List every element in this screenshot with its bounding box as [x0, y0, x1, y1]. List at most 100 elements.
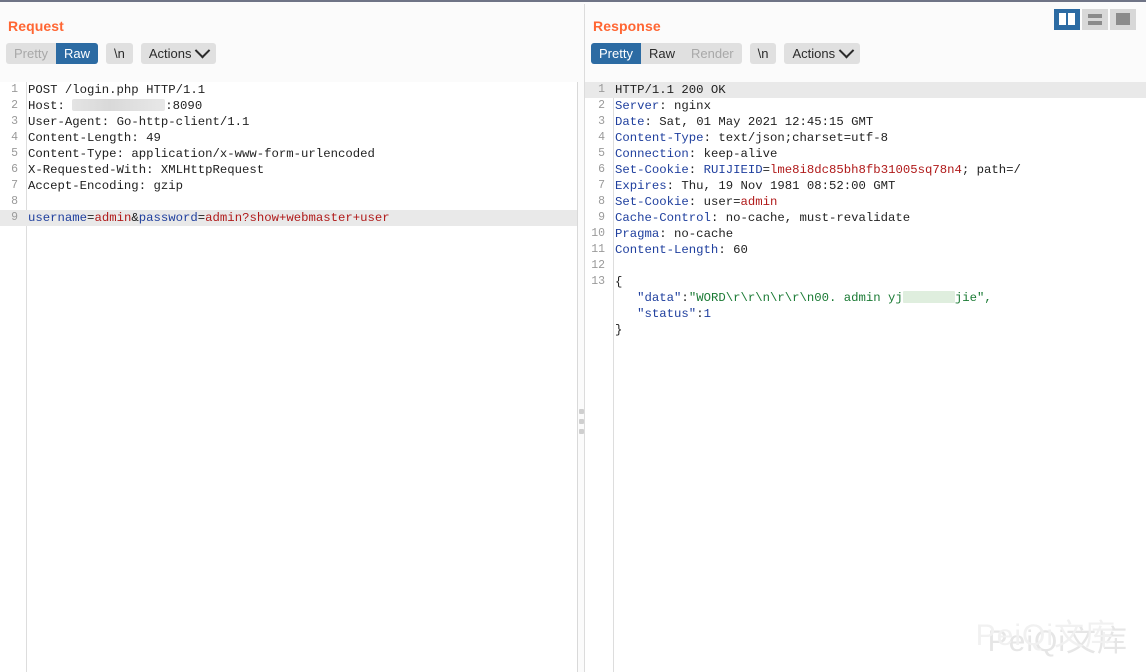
data-redaction-block: [903, 291, 955, 303]
json-key: "status": [637, 307, 696, 321]
line-number: 9: [585, 210, 609, 226]
http-message-viewer: Request Pretty Raw \n Actions 1 POST /lo…: [0, 0, 1146, 672]
response-actions-button[interactable]: Actions: [784, 43, 860, 64]
line-number: 8: [0, 194, 22, 210]
line-number: 7: [585, 178, 609, 194]
code-line: 9 Cache-Control: no-cache, must-revalida…: [585, 210, 1146, 226]
code-line: 6 Set-Cookie: RUIJIEID=lme8i8dc85bh8fb31…: [585, 162, 1146, 178]
request-code: 1 POST /login.php HTTP/1.1 2 Host: :8090…: [0, 82, 577, 226]
line-number: 4: [0, 130, 22, 146]
response-header-date: Date: Sat, 01 May 2021 12:45:15 GMT: [609, 114, 873, 130]
header-key: Set-Cookie: [615, 163, 689, 177]
response-header-pragma: Pragma: no-cache: [609, 226, 733, 242]
response-body-open-brace: {: [609, 274, 622, 290]
response-header-set-cookie-ruijieid: Set-Cookie: RUIJIEID=lme8i8dc85bh8fb3100…: [609, 162, 1021, 178]
header-key: Date: [615, 115, 645, 129]
header-sep: :: [711, 211, 726, 225]
cookie-attrs: ; path=/: [962, 163, 1021, 177]
line-number: 2: [0, 98, 22, 114]
line-number: 3: [585, 114, 609, 130]
header-sep: :: [689, 195, 704, 209]
header-value: gzip: [153, 179, 183, 193]
side-by-side-icon: [1059, 13, 1075, 25]
header-value: no-cache, must-revalidate: [726, 211, 910, 225]
header-sep: :: [659, 227, 674, 241]
response-editor[interactable]: 1 HTTP/1.1 200 OK 2 Server: nginx 3 Date…: [585, 82, 1146, 672]
header-key: User-Agent: [28, 115, 102, 129]
header-sep: :: [689, 163, 704, 177]
code-line: 6 X-Requested-With: XMLHttpRequest: [0, 162, 577, 178]
request-header-user-agent: User-Agent: Go-http-client/1.1: [22, 114, 249, 130]
response-header-set-cookie-user: Set-Cookie: user=admin: [609, 194, 777, 210]
response-pane: Response Pretty Raw Render \n Actions 1 …: [585, 4, 1146, 672]
side-by-side-layout-button[interactable]: [1054, 9, 1080, 30]
chevron-down-icon: [195, 42, 211, 58]
header-value: XMLHttpRequest: [161, 163, 264, 177]
header-key: Content-Length: [28, 131, 131, 145]
line-number: [585, 306, 609, 322]
line-number: 5: [0, 146, 22, 162]
response-code: 1 HTTP/1.1 200 OK 2 Server: nginx 3 Date…: [585, 82, 1146, 338]
request-raw-button[interactable]: Raw: [56, 43, 98, 64]
header-sep: :: [645, 115, 660, 129]
line-number: [585, 322, 609, 338]
request-pretty-button[interactable]: Pretty: [6, 43, 56, 64]
code-line: }: [585, 322, 1146, 338]
response-toolbar: Pretty Raw Render \n Actions: [585, 33, 1146, 65]
request-blank-line: [22, 194, 28, 210]
header-key: Expires: [615, 179, 667, 193]
single-pane-layout-button[interactable]: [1110, 9, 1136, 30]
header-key: Pragma: [615, 227, 659, 241]
cookie-eq: =: [763, 163, 770, 177]
header-key: Connection: [615, 147, 689, 161]
response-blank-line: [609, 258, 615, 274]
header-value: no-cache: [674, 227, 733, 241]
code-line-status: 1 HTTP/1.1 200 OK: [585, 82, 1146, 98]
response-newline-button[interactable]: \n: [750, 43, 777, 64]
cookie-name: RUIJIEID: [704, 163, 763, 177]
header-key: X-Requested-With: [28, 163, 146, 177]
response-pretty-button[interactable]: Pretty: [591, 43, 641, 64]
line-number: 12: [585, 258, 609, 274]
response-header-content-type: Content-Type: text/json;charset=utf-8: [609, 130, 888, 146]
line-number: 1: [585, 82, 609, 98]
cookie-value: admin: [740, 195, 777, 209]
code-line: "data":"WORD\r\r\n\r\r\n00. admin yjjie"…: [585, 290, 1146, 306]
request-newline-button[interactable]: \n: [106, 43, 133, 64]
splitter-drag-handle-icon[interactable]: [578, 409, 585, 434]
line-number: 4: [585, 130, 609, 146]
response-render-button[interactable]: Render: [683, 43, 742, 64]
response-body-data-field: "data":"WORD\r\r\n\r\r\n00. admin yjjie"…: [609, 290, 992, 306]
code-line: 1 POST /login.php HTTP/1.1: [0, 82, 577, 98]
header-value: Thu, 19 Nov 1981 08:52:00 GMT: [681, 179, 895, 193]
pane-splitter[interactable]: [578, 4, 585, 672]
request-actions-button[interactable]: Actions: [141, 43, 217, 64]
json-value-part-1: "WORD\r\r\n\r\r\n00. admin yj: [689, 291, 903, 305]
single-pane-icon: [1116, 13, 1130, 25]
param-value: admin: [94, 211, 131, 225]
response-header-connection: Connection: keep-alive: [609, 146, 777, 162]
request-editor[interactable]: 1 POST /login.php HTTP/1.1 2 Host: :8090…: [0, 82, 578, 672]
header-sep: :: [659, 99, 674, 113]
header-sep: :: [718, 243, 733, 257]
response-body-close-brace: }: [609, 322, 622, 338]
line-number: 2: [585, 98, 609, 114]
host-redaction-block: [72, 99, 165, 111]
header-key: Cache-Control: [615, 211, 711, 225]
header-key: Content-Type: [615, 131, 704, 145]
response-header-expires: Expires: Thu, 19 Nov 1981 08:52:00 GMT: [609, 178, 895, 194]
line-number: 8: [585, 194, 609, 210]
line-number: 10: [585, 226, 609, 242]
code-line: "status":1: [585, 306, 1146, 322]
line-number: 5: [585, 146, 609, 162]
request-pane: Request Pretty Raw \n Actions 1 POST /lo…: [0, 4, 578, 672]
line-number: [585, 290, 609, 306]
header-sep: :: [667, 179, 682, 193]
code-line: 2 Server: nginx: [585, 98, 1146, 114]
code-line: 11 Content-Length: 60: [585, 242, 1146, 258]
param-name: username: [28, 211, 87, 225]
header-key: Content-Length: [615, 243, 718, 257]
response-raw-button[interactable]: Raw: [641, 43, 683, 64]
json-value-part-2: jie",: [955, 291, 992, 305]
stacked-layout-button[interactable]: [1082, 9, 1108, 30]
